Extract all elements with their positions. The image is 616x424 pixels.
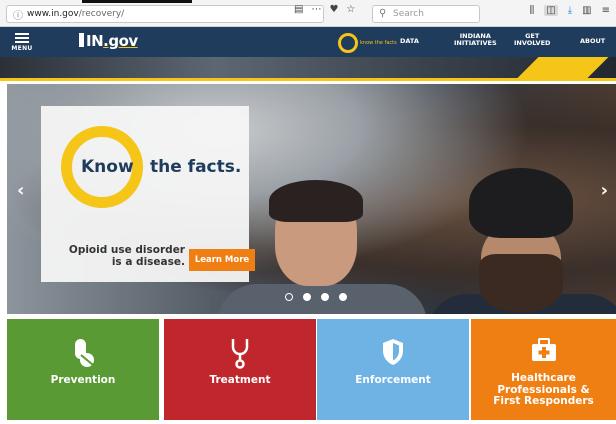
pocket-icon[interactable]: ♥ — [329, 4, 338, 15]
tile-label: Prevention — [50, 374, 116, 386]
stethoscope-icon — [164, 337, 316, 369]
carousel-prev-icon[interactable]: ‹ — [17, 180, 24, 201]
hero-photo-person — [469, 168, 573, 238]
menu-label: MENU — [11, 45, 33, 52]
info-circle-icon[interactable]: ⓘ — [13, 7, 23, 22]
learn-more-button[interactable]: Learn More — [189, 249, 255, 271]
pill-icon — [7, 337, 159, 369]
the-facts-heading: the facts. — [150, 157, 242, 177]
page-actions: ▤ ⋯ ♥ ☆ — [294, 4, 355, 15]
bookmark-star-icon[interactable]: ☆ — [346, 4, 355, 15]
know-the-facts-badge[interactable]: know the facts — [338, 33, 397, 53]
carousel-dot-active[interactable] — [303, 293, 311, 301]
hero-message: Opioid use disorder is a disease. — [68, 244, 185, 269]
tile-healthcare[interactable]: Healthcare Professionals & First Respond… — [471, 319, 616, 420]
hero-photo-person — [479, 254, 563, 312]
indiana-logo-icon — [79, 33, 84, 47]
carousel-dot[interactable] — [321, 293, 329, 301]
toolbar-icons: ⫼ ◫ ⤓ ▥ ≡ — [530, 5, 610, 16]
tile-label: Treatment — [209, 374, 271, 386]
search-input[interactable]: ⚲ Search — [372, 5, 480, 23]
library-icon[interactable]: ⫼ — [530, 5, 535, 16]
carousel-dots — [285, 293, 347, 301]
in-gov-logo[interactable]: IN.gov — [79, 32, 138, 50]
browser-toolbar: ⓘ www.in.gov/recovery/ ▤ ⋯ ♥ ☆ ⚲ Search … — [0, 0, 616, 27]
hero-photo-person — [269, 180, 363, 222]
address-bar[interactable]: ⓘ www.in.gov/recovery/ — [6, 5, 324, 23]
menu-button[interactable]: MENU — [10, 33, 34, 52]
know-the-facts-ring-icon — [338, 33, 358, 53]
badge-text: know the facts — [360, 40, 397, 46]
header-divider — [0, 78, 616, 81]
reader-icon[interactable]: ▥ — [582, 5, 591, 16]
url-text[interactable]: www.in.gov/recovery/ — [27, 9, 124, 19]
nav-indiana-initiatives[interactable]: INDIANA INITIATIVES — [454, 32, 497, 48]
site-header: MENU IN.gov know the facts DATA INDIANA I… — [0, 27, 616, 78]
hamburger-icon — [15, 33, 29, 43]
carousel-dot[interactable] — [339, 293, 347, 301]
know-the-facts-card: Know the facts. Opioid use disorder is a… — [41, 106, 255, 282]
shield-icon — [317, 337, 469, 367]
first-aid-kit-icon — [471, 337, 616, 363]
nav-get-involved[interactable]: GET INVOLVED — [514, 32, 550, 48]
tile-label: Healthcare Professionals & First Respond… — [493, 372, 594, 408]
tab-strip-edge — [82, 0, 192, 3]
search-icon: ⚲ — [379, 8, 387, 19]
tile-treatment[interactable]: Treatment — [164, 319, 316, 420]
hero-carousel: Know the facts. Opioid use disorder is a… — [7, 84, 616, 314]
tile-label: Enforcement — [355, 374, 431, 386]
sidebar-icon[interactable]: ◫ — [544, 5, 558, 16]
know-heading: Know — [81, 157, 134, 177]
page-menu-icon[interactable]: ⋯ — [311, 4, 321, 15]
downloads-icon[interactable]: ⤓ — [568, 5, 572, 16]
tile-prevention[interactable]: Prevention — [7, 319, 159, 420]
reader-view-icon[interactable]: ▤ — [294, 4, 303, 15]
nav-data[interactable]: DATA — [400, 37, 419, 45]
hamburger-menu-icon[interactable]: ≡ — [602, 5, 610, 16]
search-placeholder: Search — [393, 9, 424, 19]
carousel-dot[interactable] — [285, 293, 293, 301]
nav-about[interactable]: ABOUT — [580, 37, 605, 45]
carousel-next-icon[interactable]: › — [601, 180, 608, 201]
tile-enforcement[interactable]: Enforcement — [317, 319, 469, 420]
